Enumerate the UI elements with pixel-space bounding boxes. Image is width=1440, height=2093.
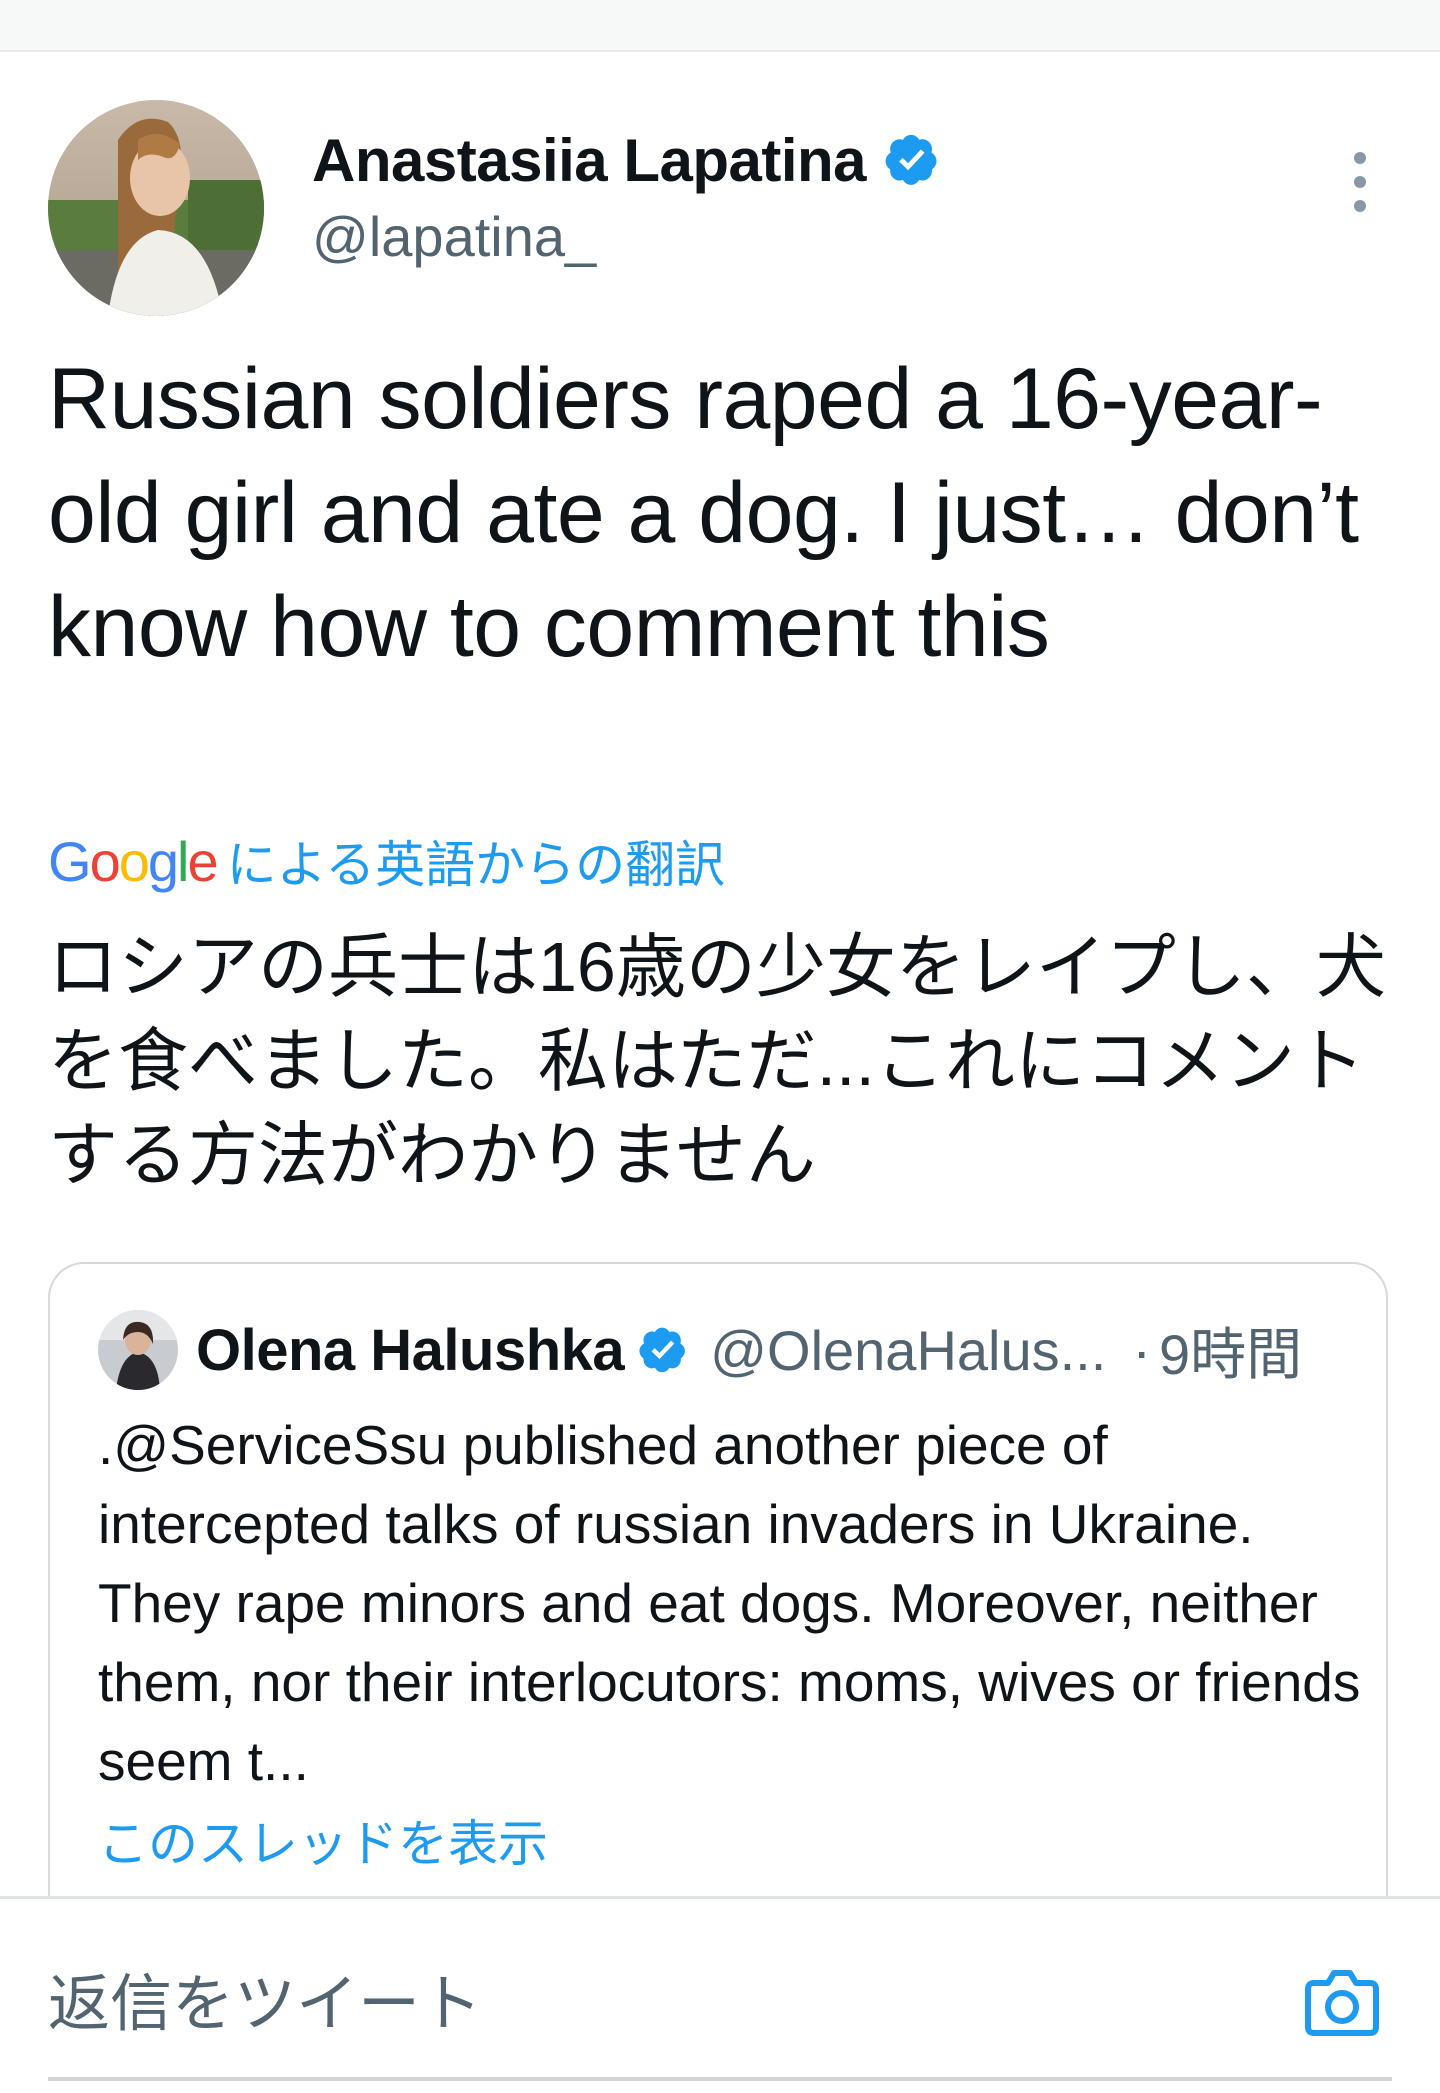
author-meta: Anastasiia Lapatina @lapatina_ — [312, 124, 940, 269]
tweet-text: Russian soldiers raped a 16-year-old gir… — [48, 351, 1359, 675]
author-name-line: Anastasiia Lapatina — [312, 124, 940, 196]
reply-underline — [48, 2077, 1392, 2081]
more-options-icon[interactable] — [1328, 140, 1392, 224]
translation-attribution[interactable]: Google による英語からの翻訳 — [48, 826, 725, 896]
quoted-tweet-text: .@ServiceSsu published another piece of … — [98, 1414, 1361, 1792]
tweet-author-row: Anastasiia Lapatina @lapatina_ — [48, 100, 1392, 316]
show-thread-link[interactable]: このスレッドを表示 — [98, 1804, 548, 1876]
header-separator: · — [1132, 1318, 1151, 1382]
quoted-author-name: Olena Halushka — [196, 1317, 625, 1383]
author-name[interactable]: Anastasiia Lapatina — [312, 126, 867, 195]
quoted-tweet-header: Olena Halushka @OlenaHalus... · 9時間 — [98, 1310, 1356, 1390]
quoted-author-handle: @OlenaHalus... — [710, 1318, 1107, 1382]
author-avatar[interactable] — [48, 100, 264, 316]
reply-composer: 返信をツイート — [0, 1896, 1440, 2093]
quoted-tweet-card[interactable]: Olena Halushka @OlenaHalus... · 9時間 .@Se… — [48, 1262, 1388, 1922]
verified-badge-icon — [885, 134, 937, 185]
camera-icon[interactable] — [1300, 1959, 1384, 2043]
reply-input[interactable]: 返信をツイート — [48, 1953, 482, 2043]
author-handle[interactable]: @lapatina_ — [312, 204, 940, 269]
top-divider — [0, 0, 1440, 52]
translated-text: ロシアの兵士は16歳の少女をレイプし、犬を食べました。私はただ...これにコメン… — [48, 928, 1386, 1194]
quoted-timestamp: 9時間 — [1158, 1322, 1303, 1386]
google-logo: Google — [48, 829, 219, 893]
quoted-author-avatar — [98, 1310, 178, 1390]
translation-label[interactable]: による英語からの翻訳 — [227, 825, 726, 897]
verified-badge-icon — [639, 1327, 686, 1373]
